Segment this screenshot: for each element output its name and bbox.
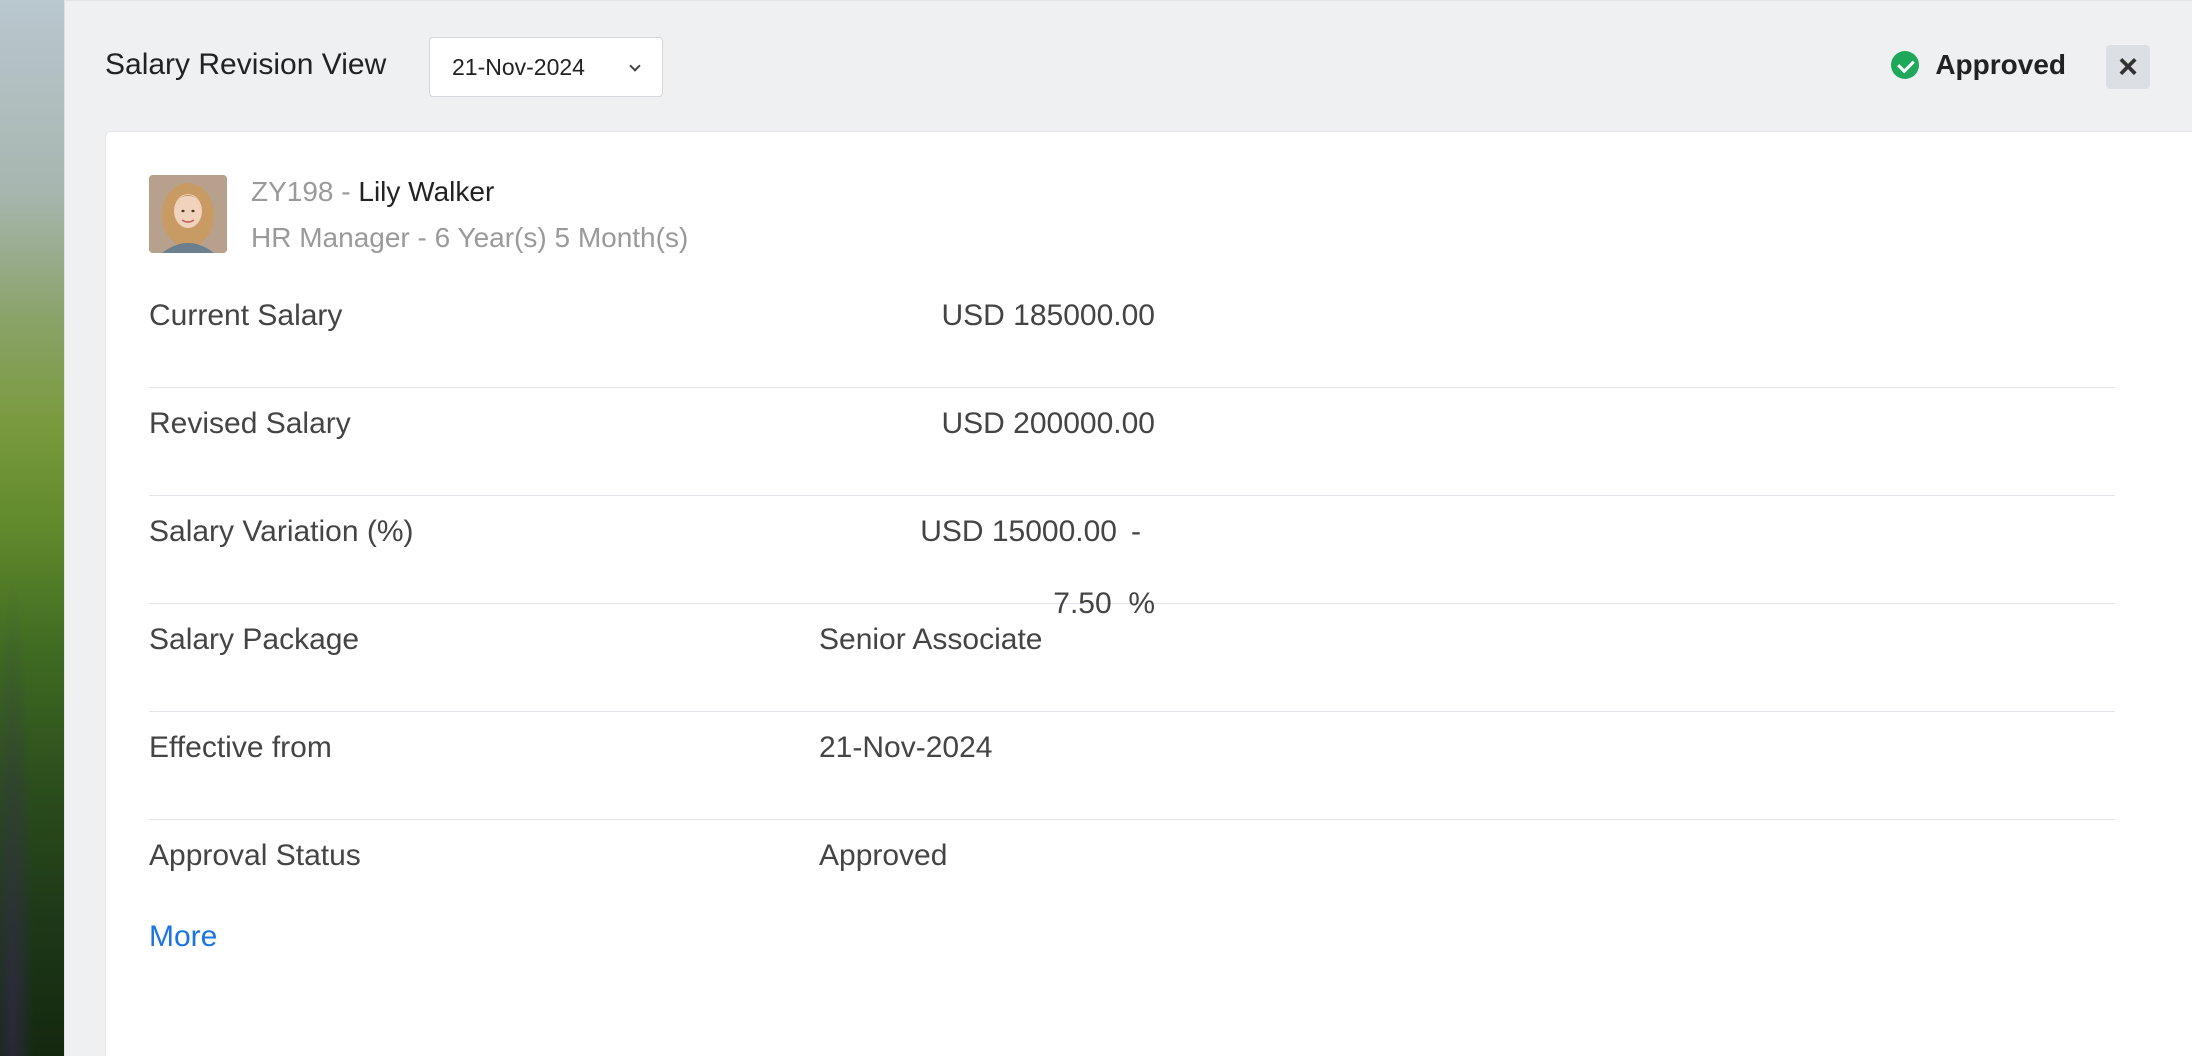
effective-from-value: 21-Nov-2024 (819, 731, 993, 764)
salary-package-label: Salary Package (149, 623, 360, 656)
revised-salary-label: Revised Salary (149, 407, 351, 440)
employee-summary: ZY198 - Lily Walker HR Manager - 6 Year(… (149, 175, 688, 255)
revision-date-dropdown[interactable]: 21-Nov-2024 (429, 37, 663, 97)
effective-from-label: Effective from (149, 731, 332, 764)
salary-variation-label: Salary Variation (%) (149, 515, 414, 548)
close-icon: × (2118, 48, 2138, 86)
status-badge: Approved (1891, 49, 2066, 81)
row-salary-package: Salary Package Senior Associate (149, 604, 2115, 712)
revision-details-list: Current Salary USD 185000.00 Revised Sal… (149, 280, 2115, 928)
employee-id-separator: - (341, 176, 351, 207)
row-approval-status: Approval Status Approved (149, 820, 2115, 928)
current-salary-value: USD 185000.00 (941, 299, 1156, 332)
row-salary-variation: Salary Variation (%) USD 15000.00 -7.50 % (149, 496, 2115, 620)
row-current-salary: Current Salary USD 185000.00 (149, 280, 2115, 388)
status-text: Approved (1935, 49, 2066, 80)
approval-status-value: Approved (819, 839, 948, 872)
salary-revision-panel: Salary Revision View 21-Nov-2024 Approve… (64, 0, 2192, 1056)
close-button[interactable]: × (2106, 45, 2150, 89)
revised-salary-value: USD 200000.00 (941, 407, 1156, 440)
approval-status-label: Approval Status (149, 839, 361, 872)
more-link[interactable]: More (149, 920, 217, 954)
check-circle-icon (1891, 51, 1920, 79)
chevron-down-icon (630, 62, 640, 72)
page-title: Salary Revision View (105, 48, 387, 81)
salary-package-value: Senior Associate (819, 623, 1043, 656)
employee-name: Lily Walker (358, 176, 495, 207)
employee-role-tenure: HR Manager - 6 Year(s) 5 Month(s) (251, 222, 689, 253)
salary-variation-amount: USD 15000.00 (920, 515, 1117, 548)
row-revised-salary: Revised Salary USD 200000.00 (149, 388, 2115, 496)
row-effective-from: Effective from 21-Nov-2024 (149, 712, 2115, 820)
current-salary-label: Current Salary (149, 299, 343, 332)
revision-details-card: ZY198 - Lily Walker HR Manager - 6 Year(… (105, 131, 2192, 1056)
avatar (149, 175, 227, 253)
employee-id: ZY198 (251, 176, 334, 207)
salary-variation-dash: - (1131, 515, 1141, 548)
revision-date-value: 21-Nov-2024 (452, 53, 585, 80)
panel-header: Salary Revision View 21-Nov-2024 Approve… (65, 1, 2192, 131)
employee-info: ZY198 - Lily Walker HR Manager - 6 Year(… (251, 175, 688, 255)
background-landscape (0, 0, 64, 1056)
